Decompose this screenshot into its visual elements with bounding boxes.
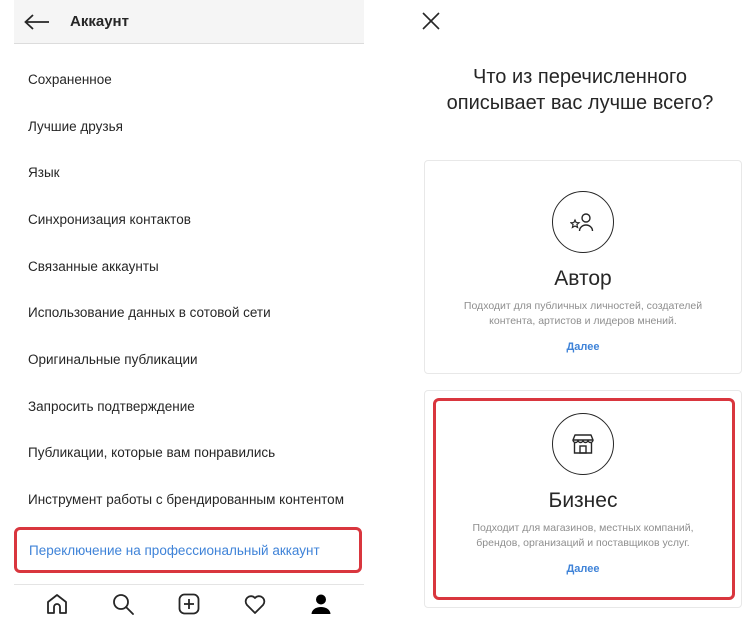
creator-title: Автор [554, 267, 612, 290]
heart-icon[interactable] [242, 591, 268, 617]
bottom-tab-bar [14, 584, 364, 622]
menu-item-request-verification[interactable]: Запросить подтверждение [14, 383, 364, 430]
settings-header: Аккаунт [14, 0, 364, 44]
creator-description: Подходит для публичных личностей, создат… [425, 299, 741, 329]
question-heading: Что из перечисленного описывает вас лучш… [410, 64, 746, 116]
menu-item-close-friends[interactable]: Лучшие друзья [14, 103, 364, 150]
account-menu: Сохраненное Лучшие друзья Язык Синхрониз… [14, 56, 364, 523]
search-icon[interactable] [110, 591, 136, 617]
creator-icon [552, 191, 614, 253]
switch-to-professional-button[interactable]: Переключение на профессиональный аккаунт [14, 527, 362, 573]
add-post-icon[interactable] [176, 591, 202, 617]
account-type-panel: Что из перечисленного описывает вас лучш… [380, 0, 746, 622]
creator-next-link[interactable]: Далее [425, 341, 741, 353]
profile-icon[interactable] [308, 591, 334, 617]
menu-item-liked-posts[interactable]: Публикации, которые вам понравились [14, 430, 364, 477]
menu-item-cellular-data[interactable]: Использование данных в сотовой сети [14, 289, 364, 336]
menu-item-language[interactable]: Язык [14, 149, 364, 196]
settings-panel: Аккаунт Сохраненное Лучшие друзья Язык С… [0, 0, 372, 622]
question-line-1: Что из перечисленного [473, 66, 687, 88]
close-icon[interactable] [420, 10, 442, 32]
creator-description-line-2: контента, артистов и лидеров мнений. [489, 315, 677, 327]
question-line-2: описывает вас лучше всего? [446, 92, 714, 114]
menu-item-original-posts[interactable]: Оригинальные публикации [14, 336, 364, 383]
creator-card[interactable]: Автор Подходит для публичных личностей, … [424, 160, 742, 374]
home-icon[interactable] [44, 591, 70, 617]
page-title: Аккаунт [70, 13, 129, 30]
menu-item-contacts-sync[interactable]: Синхронизация контактов [14, 196, 364, 243]
creator-description-line-1: Подходит для публичных личностей, создат… [463, 300, 703, 312]
business-highlight-frame [433, 398, 735, 600]
menu-item-saved[interactable]: Сохраненное [14, 56, 364, 103]
back-arrow-icon[interactable] [24, 10, 58, 34]
menu-item-branded-content[interactable]: Инструмент работы с брендированным конте… [14, 476, 364, 523]
menu-item-linked-accounts[interactable]: Связанные аккаунты [14, 243, 364, 290]
